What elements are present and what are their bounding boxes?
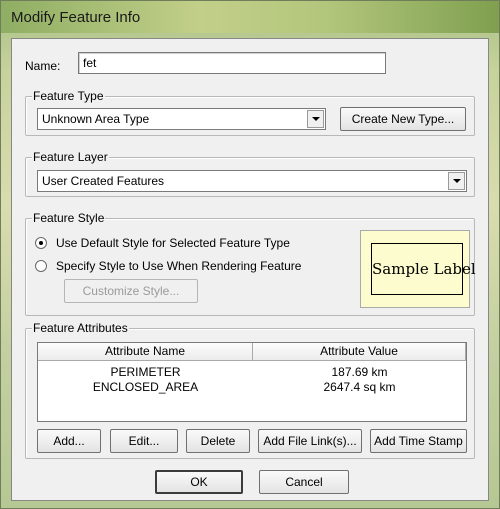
- feature-layer-group-label: Feature Layer: [32, 150, 109, 164]
- feature-layer-value: User Created Features: [42, 174, 165, 188]
- specify-style-label: Specify Style to Use When Rendering Feat…: [56, 259, 302, 273]
- dialog-body: Name: fet Feature Type Unknown Area Type…: [11, 38, 489, 501]
- delete-attribute-button[interactable]: Delete: [186, 429, 250, 453]
- edit-attribute-button[interactable]: Edit...: [110, 429, 178, 453]
- title-bar[interactable]: Modify Feature Info: [1, 1, 499, 33]
- sample-label: Sample Label: [371, 243, 476, 295]
- attributes-table-header: Attribute Name Attribute Value: [38, 343, 466, 361]
- add-attribute-button[interactable]: Add...: [37, 429, 101, 453]
- attribute-name-cell: ENCLOSED_AREA: [92, 380, 199, 394]
- feature-type-value: Unknown Area Type: [42, 112, 150, 126]
- add-file-link-button[interactable]: Add File Link(s)...: [258, 429, 362, 453]
- feature-layer-group: Feature Layer User Created Features: [25, 150, 475, 197]
- cancel-button[interactable]: Cancel: [259, 470, 349, 494]
- name-label: Name:: [25, 59, 61, 73]
- modify-feature-dialog: Modify Feature Info Name: fet Feature Ty…: [0, 0, 500, 509]
- window-title: Modify Feature Info: [11, 9, 141, 26]
- add-time-stamp-button[interactable]: Add Time Stamp: [370, 429, 467, 453]
- default-style-radio[interactable]: [35, 237, 47, 249]
- table-row[interactable]: ENCLOSED_AREA 2647.4 sq km: [38, 380, 466, 395]
- attributes-table[interactable]: Attribute Name Attribute Value PERIMETER…: [37, 342, 467, 422]
- feature-style-group-label: Feature Style: [32, 211, 106, 225]
- ok-button[interactable]: OK: [155, 470, 243, 494]
- attribute-name-cell: PERIMETER: [110, 365, 181, 379]
- feature-attributes-group-label: Feature Attributes: [32, 321, 129, 335]
- table-row[interactable]: PERIMETER 187.69 km: [38, 365, 466, 380]
- customize-style-button[interactable]: Customize Style...: [64, 279, 198, 303]
- specify-style-radio[interactable]: [35, 260, 47, 272]
- feature-attributes-group: Feature Attributes Attribute Name Attrib…: [25, 321, 475, 459]
- name-input[interactable]: fet: [78, 52, 386, 74]
- feature-style-group: Feature Style Use Default Style for Sele…: [25, 211, 476, 316]
- style-sample-preview: Sample Label: [360, 230, 476, 308]
- column-header-attribute-name[interactable]: Attribute Name: [38, 343, 253, 361]
- attribute-value-cell: 187.69 km: [331, 365, 388, 379]
- default-style-label: Use Default Style for Selected Feature T…: [56, 236, 290, 250]
- create-new-type-button[interactable]: Create New Type...: [340, 107, 466, 131]
- chevron-down-icon[interactable]: [448, 172, 465, 190]
- feature-layer-select[interactable]: User Created Features: [37, 170, 467, 192]
- feature-type-select[interactable]: Unknown Area Type: [37, 108, 326, 130]
- attribute-value-cell: 2647.4 sq km: [323, 380, 396, 394]
- feature-type-group: Feature Type Unknown Area Type Create Ne…: [25, 89, 475, 136]
- chevron-down-icon[interactable]: [307, 110, 324, 128]
- feature-type-group-label: Feature Type: [32, 89, 105, 103]
- column-header-attribute-value[interactable]: Attribute Value: [253, 343, 466, 361]
